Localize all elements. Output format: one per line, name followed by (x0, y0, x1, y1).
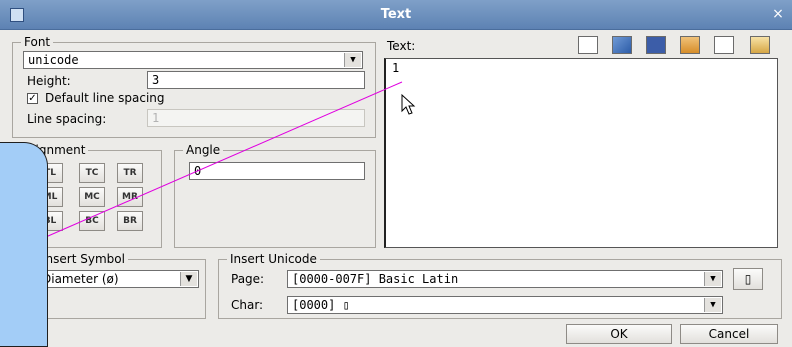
mouse-pointer-icon (401, 93, 416, 115)
overlay-panel (0, 142, 48, 347)
guide-line (31, 81, 403, 244)
overlay-graphics (31, 81, 416, 244)
